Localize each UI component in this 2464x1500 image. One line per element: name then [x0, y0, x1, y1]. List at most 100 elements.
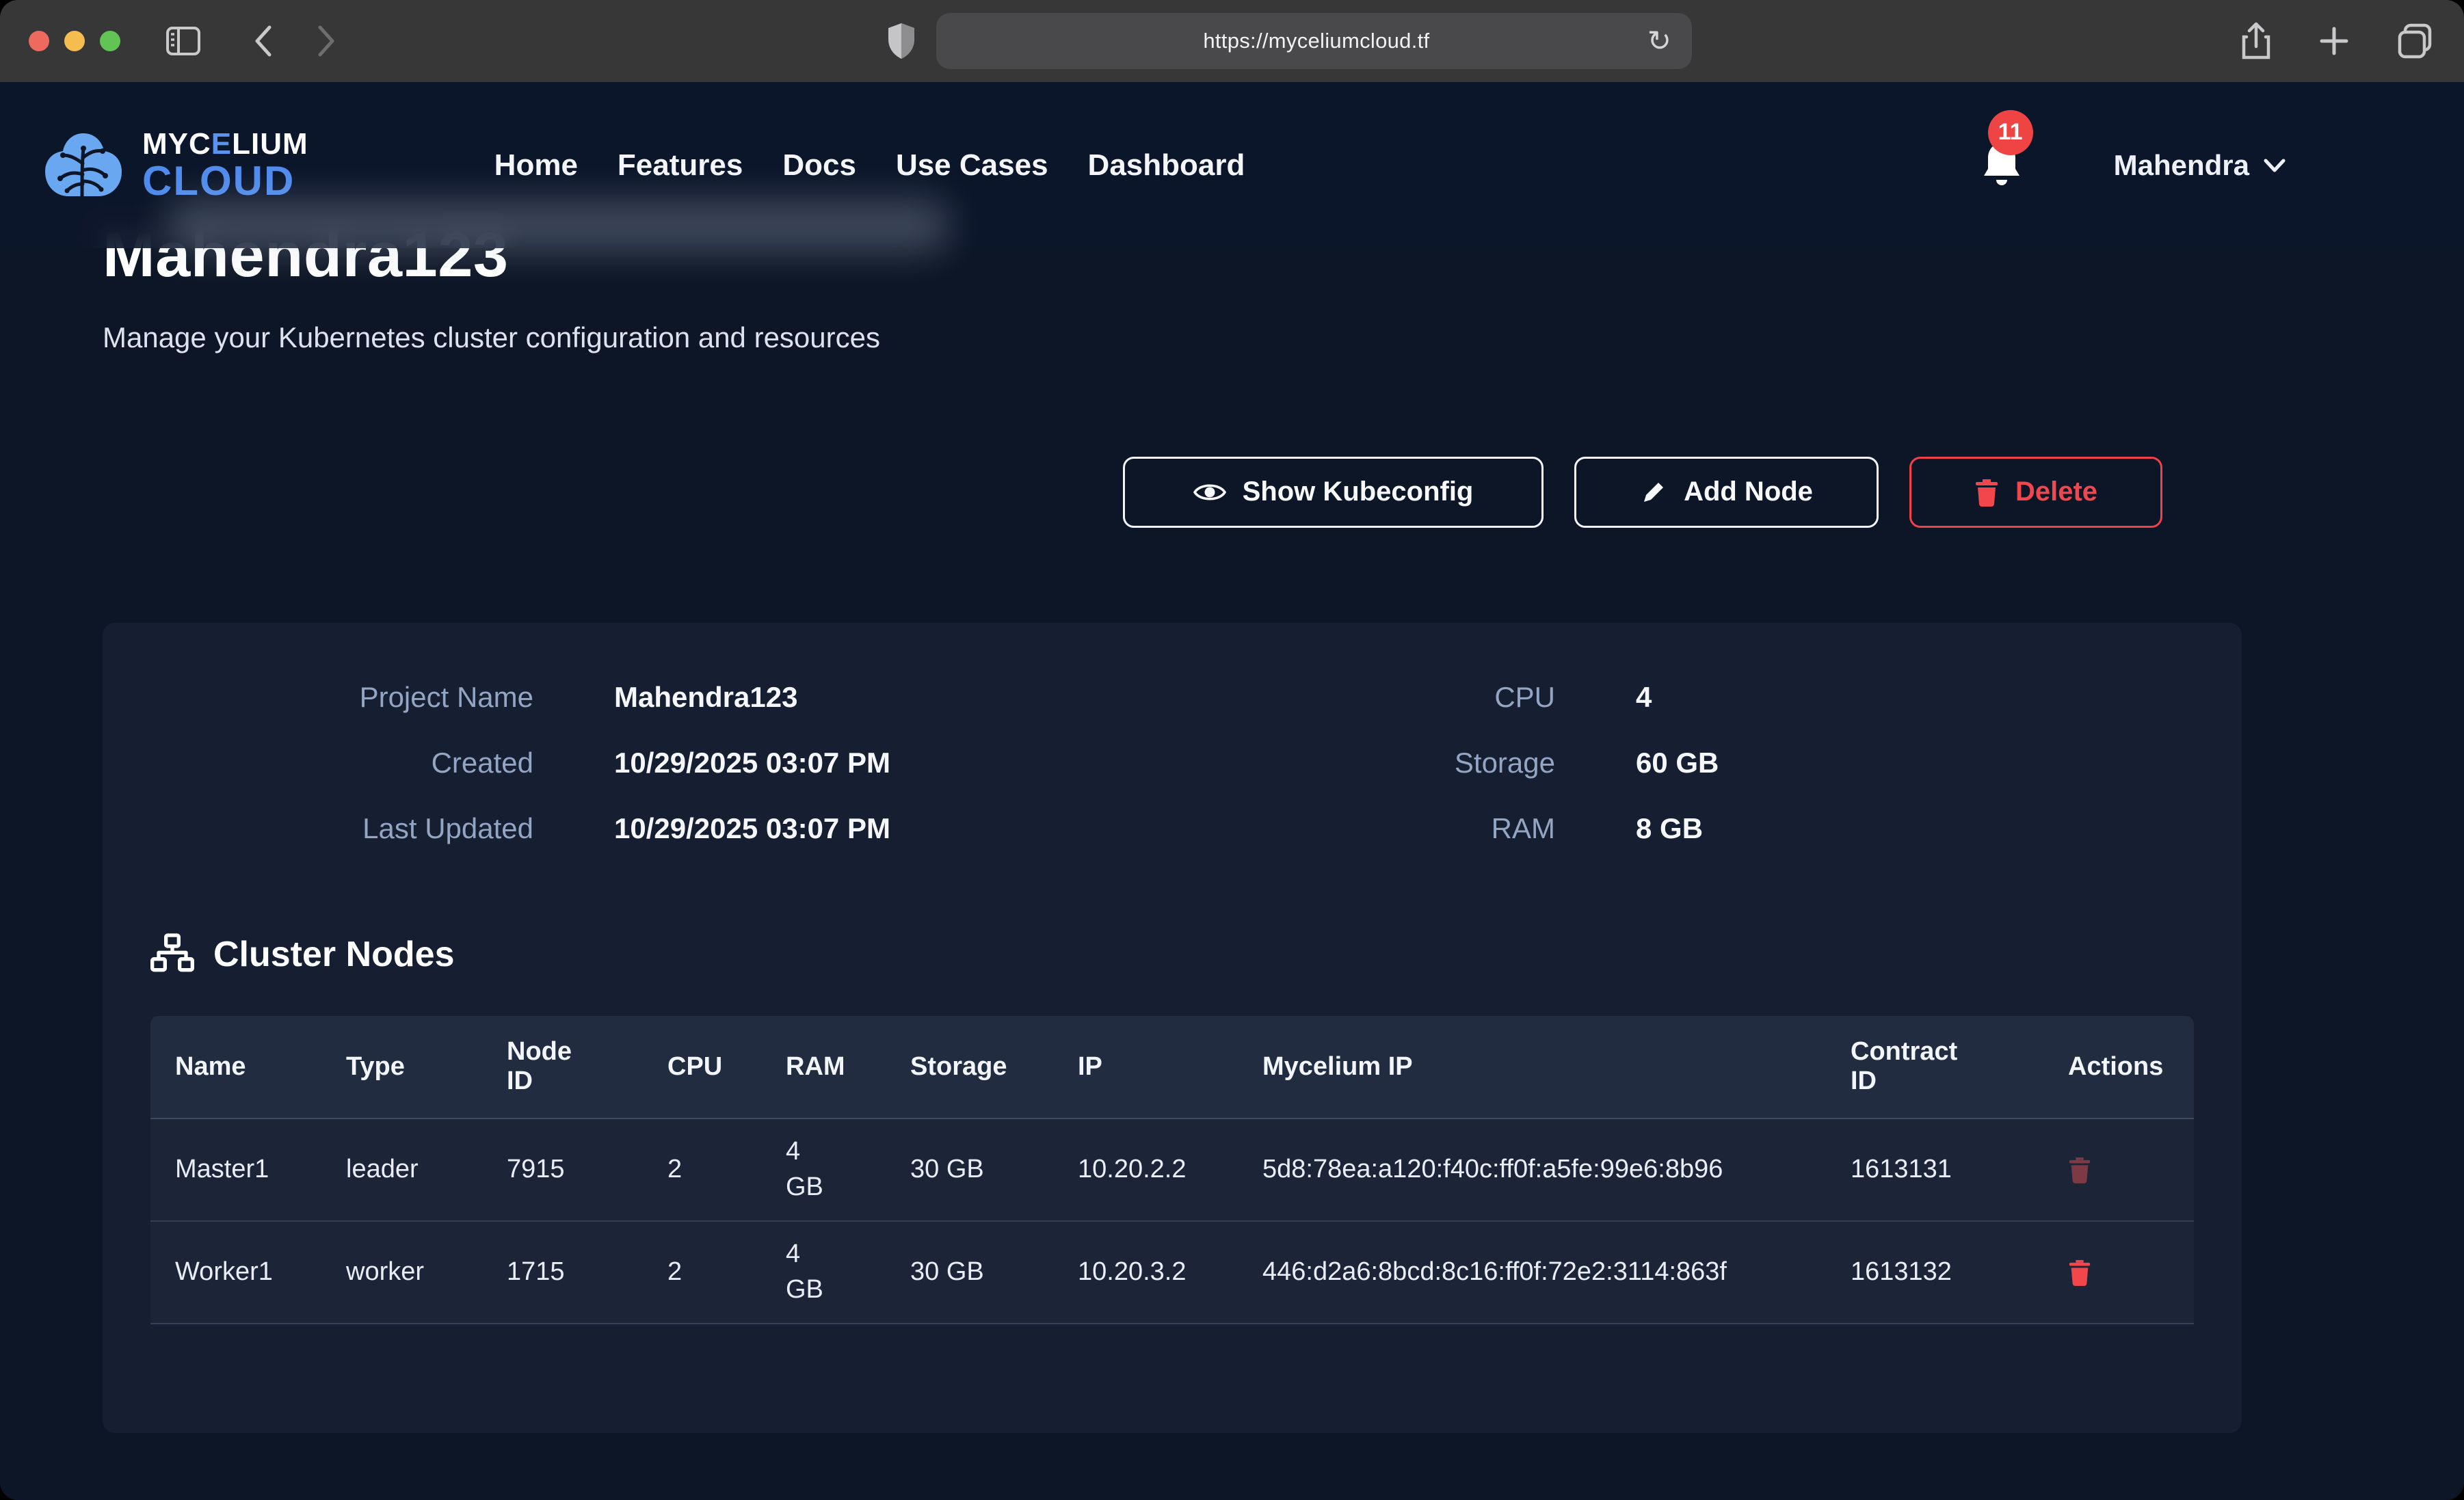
cell-storage: 30 GB	[886, 1119, 1053, 1221]
pencil-icon	[1640, 479, 1667, 506]
project-name-value: Mahendra123	[614, 681, 1172, 714]
last-updated-value: 10/29/2025 03:07 PM	[614, 812, 1172, 845]
col-contract-id: Contract ID	[1826, 1016, 2043, 1119]
cluster-details-card: Project Name Mahendra123 Created 10/29/2…	[103, 623, 2242, 1433]
app-navbar: MYCELIUM CLOUD Home Features Docs Use Ca…	[0, 82, 2464, 248]
nav-link-home[interactable]: Home	[494, 148, 578, 183]
cpu-value: 4	[1636, 681, 2194, 714]
page-subtitle: Manage your Kubernetes cluster configura…	[103, 321, 2361, 354]
ram-value: 8 GB	[1636, 812, 2194, 845]
user-menu[interactable]: Mahendra	[2114, 149, 2286, 182]
mycelium-cloud-logo[interactable]: MYCELIUM CLOUD	[42, 128, 308, 203]
delete-label: Delete	[2015, 477, 2097, 507]
created-label: Created	[150, 747, 533, 779]
chevron-down-icon	[2263, 158, 2286, 173]
col-node-id: Node ID	[482, 1016, 643, 1119]
cloud-logo-icon	[42, 128, 124, 203]
zoom-window-button[interactable]	[100, 31, 120, 51]
cell-contract-id: 1613132	[1826, 1221, 2043, 1324]
cluster-nodes-icon	[150, 933, 194, 976]
new-tab-icon[interactable]	[2316, 23, 2352, 59]
table-row: Master1 leader 7915 2 4 GB 30 GB 10.20.2…	[150, 1119, 2194, 1221]
url-text[interactable]: https://myceliumcloud.tf	[985, 29, 1647, 53]
cell-ip: 10.20.2.2	[1053, 1119, 1238, 1221]
address-bar[interactable]: https://myceliumcloud.tf ↻	[936, 13, 1692, 69]
cell-actions	[2043, 1119, 2194, 1221]
cluster-nodes-title: Cluster Nodes	[213, 934, 455, 975]
forward-button-icon[interactable]	[315, 23, 338, 59]
delete-node-button[interactable]	[2068, 1259, 2091, 1286]
nav-link-docs[interactable]: Docs	[782, 148, 856, 183]
created-value: 10/29/2025 03:07 PM	[614, 747, 1172, 779]
cell-name: Master1	[150, 1119, 321, 1221]
col-mycelium-ip: Mycelium IP	[1238, 1016, 1826, 1119]
traffic-lights	[29, 31, 120, 51]
col-type: Type	[321, 1016, 482, 1119]
cell-mycelium-ip: 5d8:78ea:a120:f40c:ff0f:a5fe:99e6:8b96	[1238, 1119, 1826, 1221]
cluster-actions: Show Kubeconfig Add Node Delete	[103, 457, 2162, 528]
cell-contract-id: 1613131	[1826, 1119, 2043, 1221]
cluster-info-grid: Project Name Mahendra123 Created 10/29/2…	[150, 681, 2194, 845]
nav-link-use-cases[interactable]: Use Cases	[896, 148, 1048, 183]
nav-link-features[interactable]: Features	[618, 148, 743, 183]
close-window-button[interactable]	[29, 31, 49, 51]
user-name: Mahendra	[2114, 149, 2249, 182]
logo-wordmark: MYCELIUM CLOUD	[142, 129, 308, 202]
reload-icon[interactable]: ↻	[1647, 27, 1671, 55]
cluster-nodes-header: Cluster Nodes	[150, 933, 2194, 976]
ram-label: RAM	[1172, 812, 1555, 845]
cpu-label: CPU	[1172, 681, 1555, 714]
add-node-button[interactable]: Add Node	[1574, 457, 1879, 528]
show-kubeconfig-label: Show Kubeconfig	[1243, 477, 1474, 507]
sidebar-toggle-icon[interactable]	[165, 26, 201, 56]
share-icon[interactable]	[2240, 21, 2273, 62]
nodes-table: Name Type Node ID CPU RAM Storage IP Myc…	[150, 1016, 2194, 1324]
trash-icon	[1974, 478, 1999, 507]
col-ram: RAM	[761, 1016, 886, 1119]
col-actions: Actions	[2043, 1016, 2194, 1119]
storage-value: 60 GB	[1636, 747, 2194, 779]
cell-storage: 30 GB	[886, 1221, 1053, 1324]
cell-ram: 4 GB	[761, 1119, 886, 1221]
col-ip: IP	[1053, 1016, 1238, 1119]
storage-label: Storage	[1172, 747, 1555, 779]
cell-type: worker	[321, 1221, 482, 1324]
nav-links: Home Features Docs Use Cases Dashboard	[494, 148, 1245, 183]
info-row-project-name: Project Name Mahendra123	[150, 681, 1172, 714]
cell-ram: 4 GB	[761, 1221, 886, 1324]
browser-window: https://myceliumcloud.tf ↻ Mahendra123 M…	[0, 0, 2464, 1500]
cell-node-id: 1715	[482, 1221, 643, 1324]
info-row-last-updated: Last Updated 10/29/2025 03:07 PM	[150, 812, 1172, 845]
privacy-shield-icon[interactable]	[886, 21, 917, 61]
table-row: Worker1 worker 1715 2 4 GB 30 GB 10.20.3…	[150, 1221, 2194, 1324]
add-node-label: Add Node	[1684, 477, 1813, 507]
col-cpu: CPU	[643, 1016, 761, 1119]
tab-overview-icon[interactable]	[2396, 21, 2435, 61]
info-row-created: Created 10/29/2025 03:07 PM	[150, 747, 1172, 779]
cell-name: Worker1	[150, 1221, 321, 1324]
info-row-storage: Storage 60 GB	[1172, 747, 2194, 779]
blur-smudge	[164, 199, 951, 252]
nav-link-dashboard[interactable]: Dashboard	[1088, 148, 1245, 183]
back-button-icon[interactable]	[252, 23, 275, 59]
delete-cluster-button[interactable]: Delete	[1909, 457, 2162, 528]
cell-actions	[2043, 1221, 2194, 1324]
cell-cpu: 2	[643, 1119, 761, 1221]
page-content: Mahendra123 Manage your Kubernetes clust…	[0, 82, 2464, 1500]
cell-node-id: 7915	[482, 1119, 643, 1221]
project-name-label: Project Name	[150, 681, 533, 714]
info-row-ram: RAM 8 GB	[1172, 812, 2194, 845]
browser-toolbar: https://myceliumcloud.tf ↻	[0, 0, 2464, 82]
cell-type: leader	[321, 1119, 482, 1221]
info-row-cpu: CPU 4	[1172, 681, 2194, 714]
table-header-row: Name Type Node ID CPU RAM Storage IP Myc…	[150, 1016, 2194, 1119]
notifications-button[interactable]: 11	[1978, 140, 2025, 191]
notification-badge: 11	[1988, 110, 2033, 155]
minimize-window-button[interactable]	[64, 31, 85, 51]
show-kubeconfig-button[interactable]: Show Kubeconfig	[1123, 457, 1544, 528]
delete-node-button[interactable]	[2068, 1156, 2091, 1183]
cell-ip: 10.20.3.2	[1053, 1221, 1238, 1324]
eye-icon	[1193, 481, 1226, 504]
col-name: Name	[150, 1016, 321, 1119]
col-storage: Storage	[886, 1016, 1053, 1119]
